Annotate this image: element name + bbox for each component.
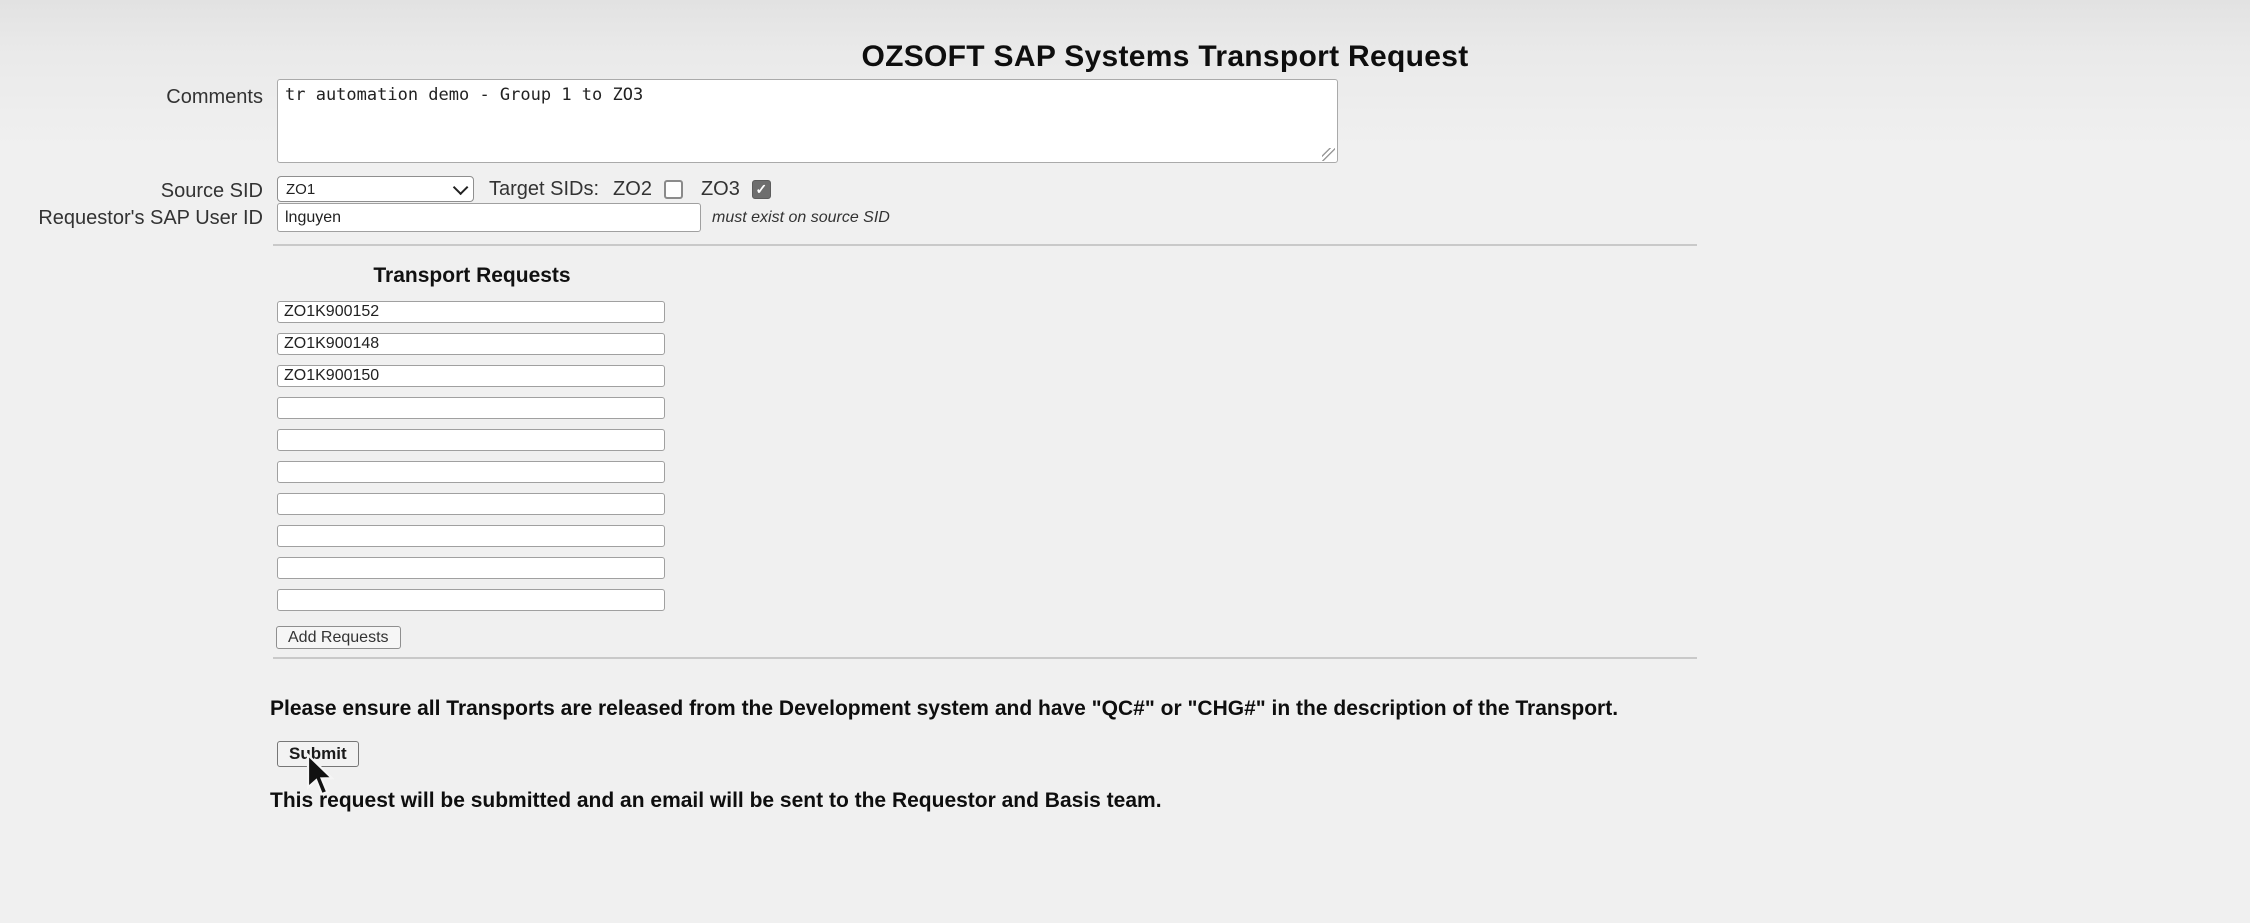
source-sid-select[interactable]: ZO1 <box>277 176 474 202</box>
submission-info-text: This request will be submitted and an em… <box>270 789 1162 813</box>
requestor-id-note: must exist on source SID <box>712 209 890 227</box>
transport-requests-header: Transport Requests <box>277 264 667 288</box>
comments-label: Comments <box>0 85 263 109</box>
mouse-cursor-icon <box>306 753 334 799</box>
requestor-id-label: Requestor's SAP User ID <box>0 206 263 230</box>
transport-requests-list <box>277 301 665 621</box>
checkmark-icon: ✓ <box>755 181 767 198</box>
transport-request-input[interactable] <box>277 493 665 515</box>
release-notice-text: Please ensure all Transports are release… <box>270 697 1618 721</box>
page-title: OZSOFT SAP Systems Transport Request <box>765 40 1565 74</box>
resize-grip-icon[interactable] <box>1322 148 1335 161</box>
target-sid-zo2-label: ZO2 <box>613 178 652 201</box>
transport-request-input[interactable] <box>277 333 665 355</box>
transport-request-input[interactable] <box>277 525 665 547</box>
chevron-down-icon <box>453 179 469 195</box>
add-requests-button[interactable]: Add Requests <box>276 626 401 649</box>
divider-top <box>273 244 1697 246</box>
transport-request-input[interactable] <box>277 365 665 387</box>
transport-request-input[interactable] <box>277 557 665 579</box>
transport-request-input[interactable] <box>277 429 665 451</box>
target-sids-group: Target SIDs: ZO2 ZO3 ✓ <box>489 176 771 202</box>
target-sid-zo3-checkbox[interactable]: ✓ <box>752 180 771 199</box>
comments-textarea[interactable]: tr automation demo - Group 1 to ZO3 <box>277 79 1338 163</box>
divider-bottom <box>273 657 1697 659</box>
source-sid-label: Source SID <box>0 179 263 203</box>
transport-request-input[interactable] <box>277 301 665 323</box>
transport-request-input[interactable] <box>277 397 665 419</box>
target-sid-zo2-checkbox[interactable] <box>664 180 683 199</box>
target-sid-zo3-label: ZO3 <box>701 178 740 201</box>
target-sids-label: Target SIDs: <box>489 178 599 201</box>
transport-request-input[interactable] <box>277 461 665 483</box>
requestor-id-input[interactable] <box>277 203 701 232</box>
transport-request-input[interactable] <box>277 589 665 611</box>
source-sid-selected-value: ZO1 <box>286 181 315 198</box>
